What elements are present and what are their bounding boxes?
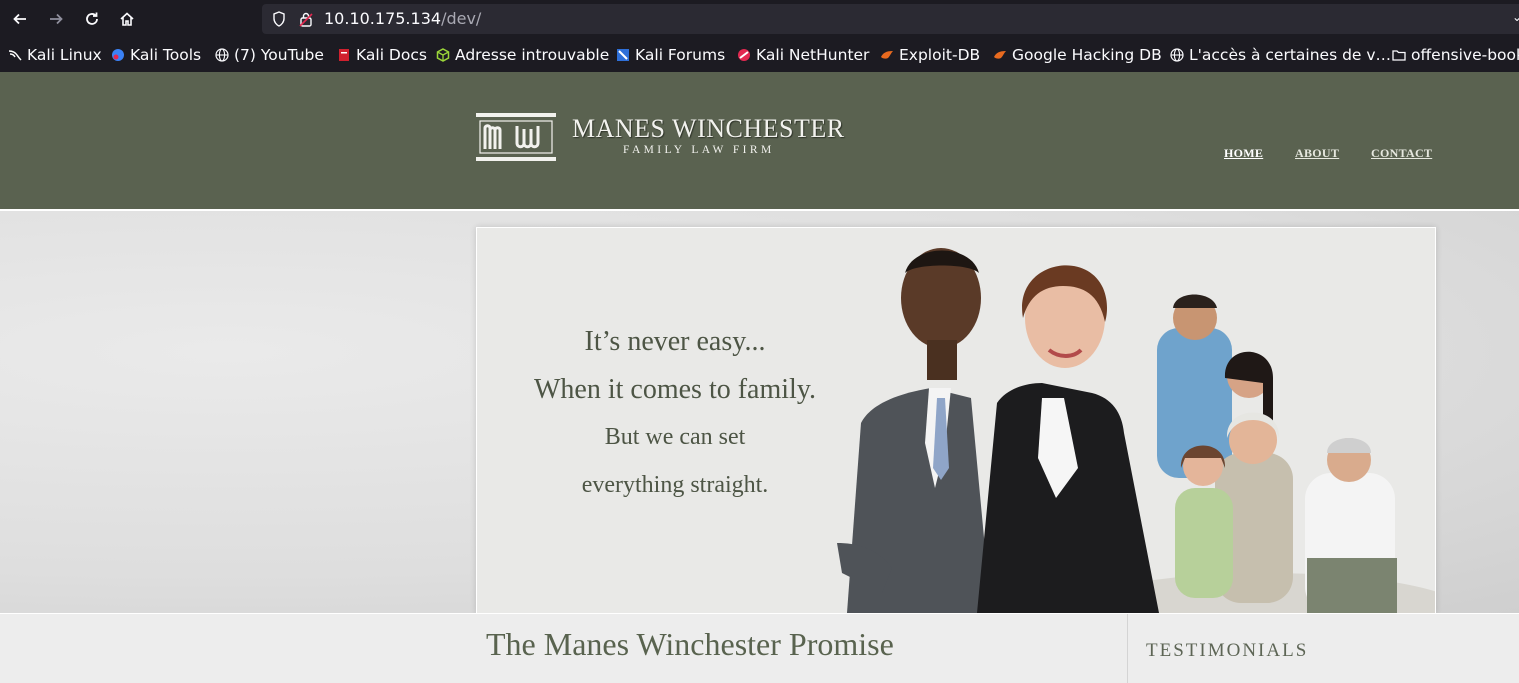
bookmark-kali-linux[interactable]: Kali Linux (8, 46, 102, 66)
url-path: /dev/ (441, 9, 482, 28)
hero-banner: It’s never easy... When it comes to fami… (476, 227, 1436, 614)
globe-icon (1170, 48, 1184, 62)
url-host: 10.10.175.134 (324, 9, 442, 28)
nethunter-icon (738, 49, 750, 61)
bookmark-exploit-db[interactable]: Exploit-DB (880, 46, 980, 66)
promise-heading: The Manes Winchester Promise (486, 626, 894, 662)
hero-line-3: But we can set (604, 424, 746, 450)
kali-dragon-icon (8, 50, 22, 61)
bookmark-label: Kali Tools (130, 46, 202, 64)
bookmark-label: Google Hacking DB (1012, 46, 1162, 64)
globe-icon (215, 48, 229, 62)
kali-tools-icon (112, 49, 124, 61)
insecure-lock-icon[interactable] (298, 11, 314, 27)
bookmark-kali-tools[interactable]: Kali Tools (111, 46, 201, 66)
url-text[interactable]: 10.10.175.134/dev/ (324, 9, 481, 28)
folder-icon (1392, 50, 1406, 61)
hero-line-1: It’s never easy... (584, 326, 766, 357)
nav-home[interactable]: HOME (1224, 146, 1263, 161)
bookmark-label: (7) YouTube (234, 46, 324, 64)
browser-toolbar: 10.10.175.134/dev/ ⌄ (0, 0, 1519, 38)
bookmark-label: Kali Linux (27, 46, 102, 64)
forward-button[interactable] (43, 6, 69, 32)
logo-title[interactable]: MANES WINCHESTER (572, 114, 845, 144)
ghdb-icon (994, 51, 1006, 59)
home-icon (120, 12, 134, 26)
bookmark-label: offensive-book (1411, 46, 1519, 64)
cube-icon (436, 48, 450, 62)
hero-line-2: When it comes to family. (534, 374, 816, 405)
bookmark-label: Kali Docs (356, 46, 427, 64)
chevron-down-icon[interactable]: ⌄ (1512, 10, 1519, 24)
kali-docs-icon (339, 49, 349, 61)
bookmark-label: Kali NetHunter (756, 46, 870, 64)
logo-subtitle: FAMILY LAW FIRM (623, 144, 775, 156)
address-bar[interactable]: 10.10.175.134/dev/ ⌄ (262, 4, 1519, 34)
content-section: The Manes Winchester Promise TESTIMONIAL… (0, 613, 1519, 683)
sidebar-divider (1127, 614, 1128, 683)
bookmark-youtube[interactable]: (7) YouTube (215, 46, 324, 66)
hero-line-4: everything straight. (581, 472, 769, 498)
bookmark-label: Kali Forums (635, 46, 726, 64)
bookmark-label: L'accès à certaines de v… (1189, 46, 1392, 64)
back-button[interactable] (7, 6, 33, 32)
bookmark-google-hacking-db[interactable]: Google Hacking DB (993, 46, 1162, 66)
bookmark-label: Exploit-DB (899, 46, 981, 64)
bookmarks-toolbar: Kali Linux Kali Tools (7) YouTube Kali D… (0, 38, 1519, 72)
testimonials-heading: TESTIMONIALS (1146, 640, 1309, 661)
bookmark-adresse-introuvable[interactable]: Adresse introuvable (436, 46, 609, 66)
exploit-db-icon (881, 51, 893, 59)
logo-mark[interactable] (475, 112, 557, 162)
bookmark-kali-forums[interactable]: Kali Forums (616, 46, 725, 66)
bookmark-kali-nethunter[interactable]: Kali NetHunter (737, 46, 869, 66)
family-lawyers-photo (837, 248, 1435, 613)
nav-about[interactable]: ABOUT (1295, 146, 1339, 161)
shield-icon[interactable] (272, 11, 286, 27)
arrow-left-icon (13, 13, 26, 25)
bookmark-folder-offensive-book[interactable]: offensive-book (1392, 46, 1519, 66)
nav-contact[interactable]: CONTACT (1371, 146, 1432, 161)
bookmark-acces-certaines[interactable]: L'accès à certaines de v… (1170, 46, 1391, 66)
site-header: MANES WINCHESTER FAMILY LAW FIRM HOME AB… (0, 72, 1519, 211)
bookmark-kali-docs[interactable]: Kali Docs (337, 46, 427, 66)
reload-icon (86, 12, 98, 25)
reload-button[interactable] (79, 6, 105, 32)
kali-forums-icon (617, 49, 629, 61)
arrow-right-icon (50, 13, 63, 25)
bookmark-label: Adresse introuvable (455, 46, 610, 64)
home-button[interactable] (114, 6, 140, 32)
